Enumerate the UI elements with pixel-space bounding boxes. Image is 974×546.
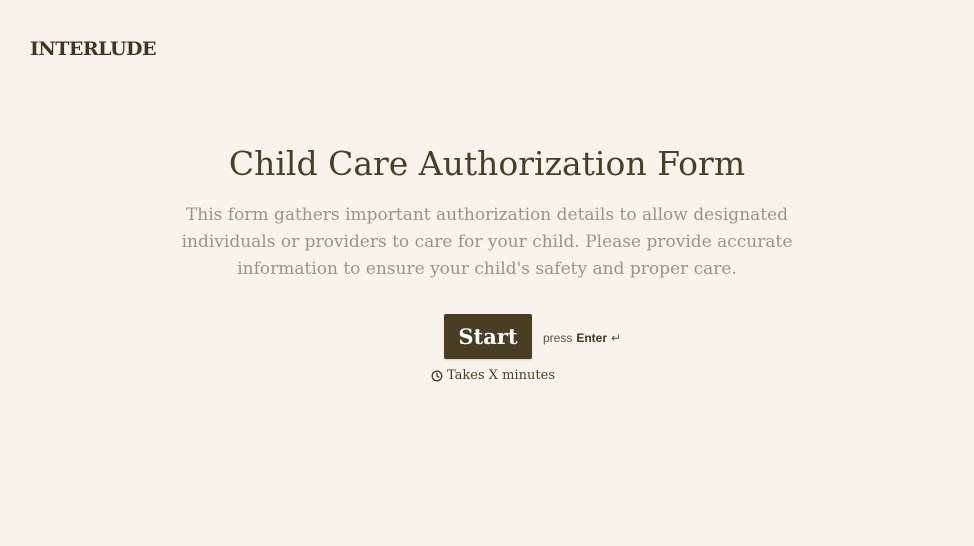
enter-key-icon: ↵	[611, 330, 622, 345]
brand-logo: INTERLUDE	[30, 38, 157, 60]
enter-hint-prefix: press	[543, 330, 573, 345]
form-description: This form gathers important authorizatio…	[181, 205, 793, 279]
duration-info: Takes X minutes	[431, 368, 555, 383]
form-title: Child Care Authorization Form	[228, 144, 746, 183]
enter-hint: press Enter ↵	[543, 331, 621, 345]
duration-text: Takes X minutes	[447, 368, 555, 383]
welcome-content: Child Care Authorization Form This form …	[0, 140, 974, 283]
enter-hint-key: Enter	[576, 330, 608, 345]
start-row: Start press Enter ↵	[444, 314, 621, 359]
form-welcome-page: INTERLUDE Child Care Authorization Form …	[0, 0, 974, 546]
clock-icon	[431, 370, 443, 381]
start-button[interactable]: Start	[444, 314, 532, 359]
